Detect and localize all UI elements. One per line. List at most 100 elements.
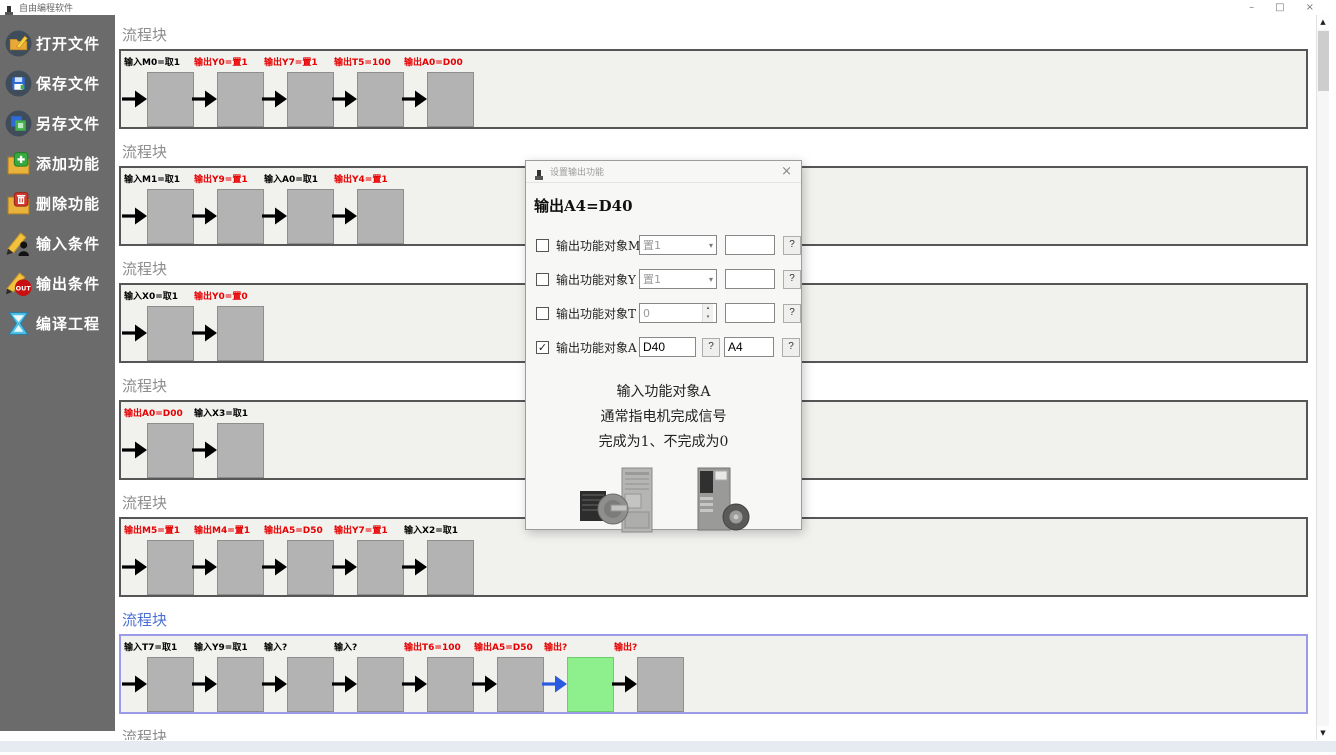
spinner-buttons[interactable]: ▴ ▾ — [702, 304, 713, 322]
flow-block-square[interactable] — [287, 540, 334, 595]
flow-block-square[interactable] — [427, 657, 474, 712]
flow-step[interactable]: 输出Y0=置1 — [194, 55, 264, 127]
flow-block-square[interactable] — [287, 189, 334, 244]
flow-step[interactable]: 输出M5=置1 — [124, 523, 194, 595]
flow-step[interactable]: 输入A0=取1 — [264, 172, 334, 244]
flow-step[interactable]: 输出Y9=置1 — [194, 172, 264, 244]
sidebar-item-compile-project[interactable]: 编译工程 — [0, 303, 115, 343]
flow-step[interactable]: 输出A5=D50 — [474, 640, 544, 712]
flow-block-square[interactable] — [147, 189, 194, 244]
flow-block-square[interactable] — [147, 306, 194, 361]
checkbox-t[interactable] — [536, 307, 549, 320]
flow-block-square[interactable] — [637, 657, 684, 712]
output-object-y-row: 输出功能对象Y 置1 ▾ ? — [526, 262, 801, 296]
flow-arrow-icon — [192, 556, 217, 578]
flow-arrow-icon — [192, 205, 217, 227]
flow-step[interactable]: 输入T7=取1 — [124, 640, 194, 712]
flow-step[interactable]: 输入Y9=取1 — [194, 640, 264, 712]
flow-step[interactable]: 输出Y4=置1 — [334, 172, 404, 244]
sidebar-item-input-condition[interactable]: 输入条件 — [0, 223, 115, 263]
flow-block-square[interactable] — [217, 72, 264, 127]
flow-block-square[interactable] — [497, 657, 544, 712]
flow-block-square[interactable] — [147, 657, 194, 712]
flow-step[interactable]: 输出M4=置1 — [194, 523, 264, 595]
dialog-close-button[interactable]: × — [781, 161, 792, 183]
y-help-button[interactable]: ? — [783, 270, 801, 289]
sidebar-item-save-as[interactable]: 另存文件 — [0, 103, 115, 143]
flow-step[interactable]: 输入X0=取1 — [124, 289, 194, 361]
flow-step[interactable]: 输出T6=100 — [404, 640, 474, 712]
dialog-title: 设置输出功能 — [550, 165, 781, 178]
flow-block-square[interactable] — [357, 72, 404, 127]
flow-block-square[interactable] — [287, 657, 334, 712]
spinner-up-icon[interactable]: ▴ — [703, 304, 713, 313]
flow-section-box[interactable]: 输入M0=取1输出Y0=置1输出Y7=置1输出T5=100输出A0=D00 — [119, 49, 1308, 129]
flow-step[interactable]: 输出Y7=置1 — [264, 55, 334, 127]
maximize-button[interactable]: □ — [1275, 0, 1284, 15]
flow-block-square[interactable] — [147, 72, 194, 127]
checkbox-y[interactable] — [536, 273, 549, 286]
flow-block-square[interactable] — [217, 540, 264, 595]
sidebar-item-output-condition[interactable]: OUT 输出条件 — [0, 263, 115, 303]
minimize-button[interactable]: – — [1249, 0, 1254, 15]
close-button[interactable]: × — [1306, 0, 1314, 15]
scrollbar-thumb[interactable] — [1318, 31, 1329, 91]
help-line: 输入功能对象A — [526, 380, 801, 405]
flow-block-square-active[interactable] — [567, 657, 614, 712]
flow-block-square[interactable] — [217, 423, 264, 478]
m-value-select[interactable]: 置1 ▾ — [639, 235, 717, 255]
a-help-button-2[interactable]: ? — [782, 338, 800, 357]
flow-step[interactable]: 输出? — [544, 640, 614, 712]
t-help-button[interactable]: ? — [783, 304, 801, 323]
flow-block-square[interactable] — [357, 657, 404, 712]
m-extra-field[interactable] — [725, 235, 775, 255]
t-value-spinner[interactable]: 0 ▴ ▾ — [639, 303, 717, 323]
spinner-down-icon[interactable]: ▾ — [703, 313, 713, 322]
flow-step[interactable]: 输入X2=取1 — [404, 523, 474, 595]
flow-step[interactable]: 输出A0=D00 — [124, 406, 194, 478]
flow-block-square[interactable] — [217, 657, 264, 712]
flow-step[interactable]: 输出Y0=置0 — [194, 289, 264, 361]
flow-step[interactable]: 输入? — [264, 640, 334, 712]
checkbox-m[interactable] — [536, 239, 549, 252]
flow-step[interactable]: 输出A0=D00 — [404, 55, 474, 127]
flow-block-square[interactable] — [217, 306, 264, 361]
flow-block-square[interactable] — [147, 423, 194, 478]
add-function-icon — [5, 150, 32, 177]
y-extra-field[interactable] — [725, 269, 775, 289]
flow-step[interactable]: 输入? — [334, 640, 404, 712]
a-signal-field[interactable] — [724, 337, 774, 357]
a-help-button-1[interactable]: ? — [702, 338, 720, 357]
flow-block-square[interactable] — [357, 540, 404, 595]
a-data-field[interactable] — [639, 337, 696, 357]
flow-block-square[interactable] — [147, 540, 194, 595]
flow-block-square[interactable] — [427, 540, 474, 595]
t-extra-field[interactable] — [725, 303, 775, 323]
scroll-up-button[interactable]: ▲ — [1317, 15, 1329, 29]
y-value-select[interactable]: 置1 ▾ — [639, 269, 717, 289]
flow-step[interactable]: 输出A5=D50 — [264, 523, 334, 595]
m-help-button[interactable]: ? — [783, 236, 801, 255]
flow-step[interactable]: 输入X3=取1 — [194, 406, 264, 478]
scroll-down-button[interactable]: ▼ — [1317, 726, 1329, 740]
sidebar-item-save-file[interactable]: 保存文件 — [0, 63, 115, 103]
flow-block-square[interactable] — [357, 189, 404, 244]
flow-step[interactable]: 输出? — [614, 640, 684, 712]
dialog-titlebar[interactable]: 设置输出功能 × — [526, 161, 801, 183]
flow-block-square[interactable] — [427, 72, 474, 127]
flow-step[interactable]: 输出T5=100 — [334, 55, 404, 127]
step-label: 输出? — [544, 640, 567, 653]
sidebar-item-add-function[interactable]: 添加功能 — [0, 143, 115, 183]
checkbox-a[interactable]: ✓ — [536, 341, 549, 354]
step-label: 输出M4=置1 — [194, 523, 250, 536]
flow-block-square[interactable] — [217, 189, 264, 244]
flow-section-box[interactable]: 输入T7=取1输入Y9=取1输入?输入?输出T6=100输出A5=D50输出?输… — [119, 634, 1308, 714]
vertical-scrollbar[interactable]: ▲ ▼ — [1316, 15, 1329, 740]
flow-block-square[interactable] — [287, 72, 334, 127]
flow-step[interactable]: 输出Y7=置1 — [334, 523, 404, 595]
sidebar-item-open-file[interactable]: 打开文件 — [0, 23, 115, 63]
sidebar-item-delete-function[interactable]: 删除功能 — [0, 183, 115, 223]
flow-step[interactable]: 输入M0=取1 — [124, 55, 194, 127]
flow-step[interactable]: 输入M1=取1 — [124, 172, 194, 244]
stepper-motor-driver-photo — [578, 467, 664, 543]
